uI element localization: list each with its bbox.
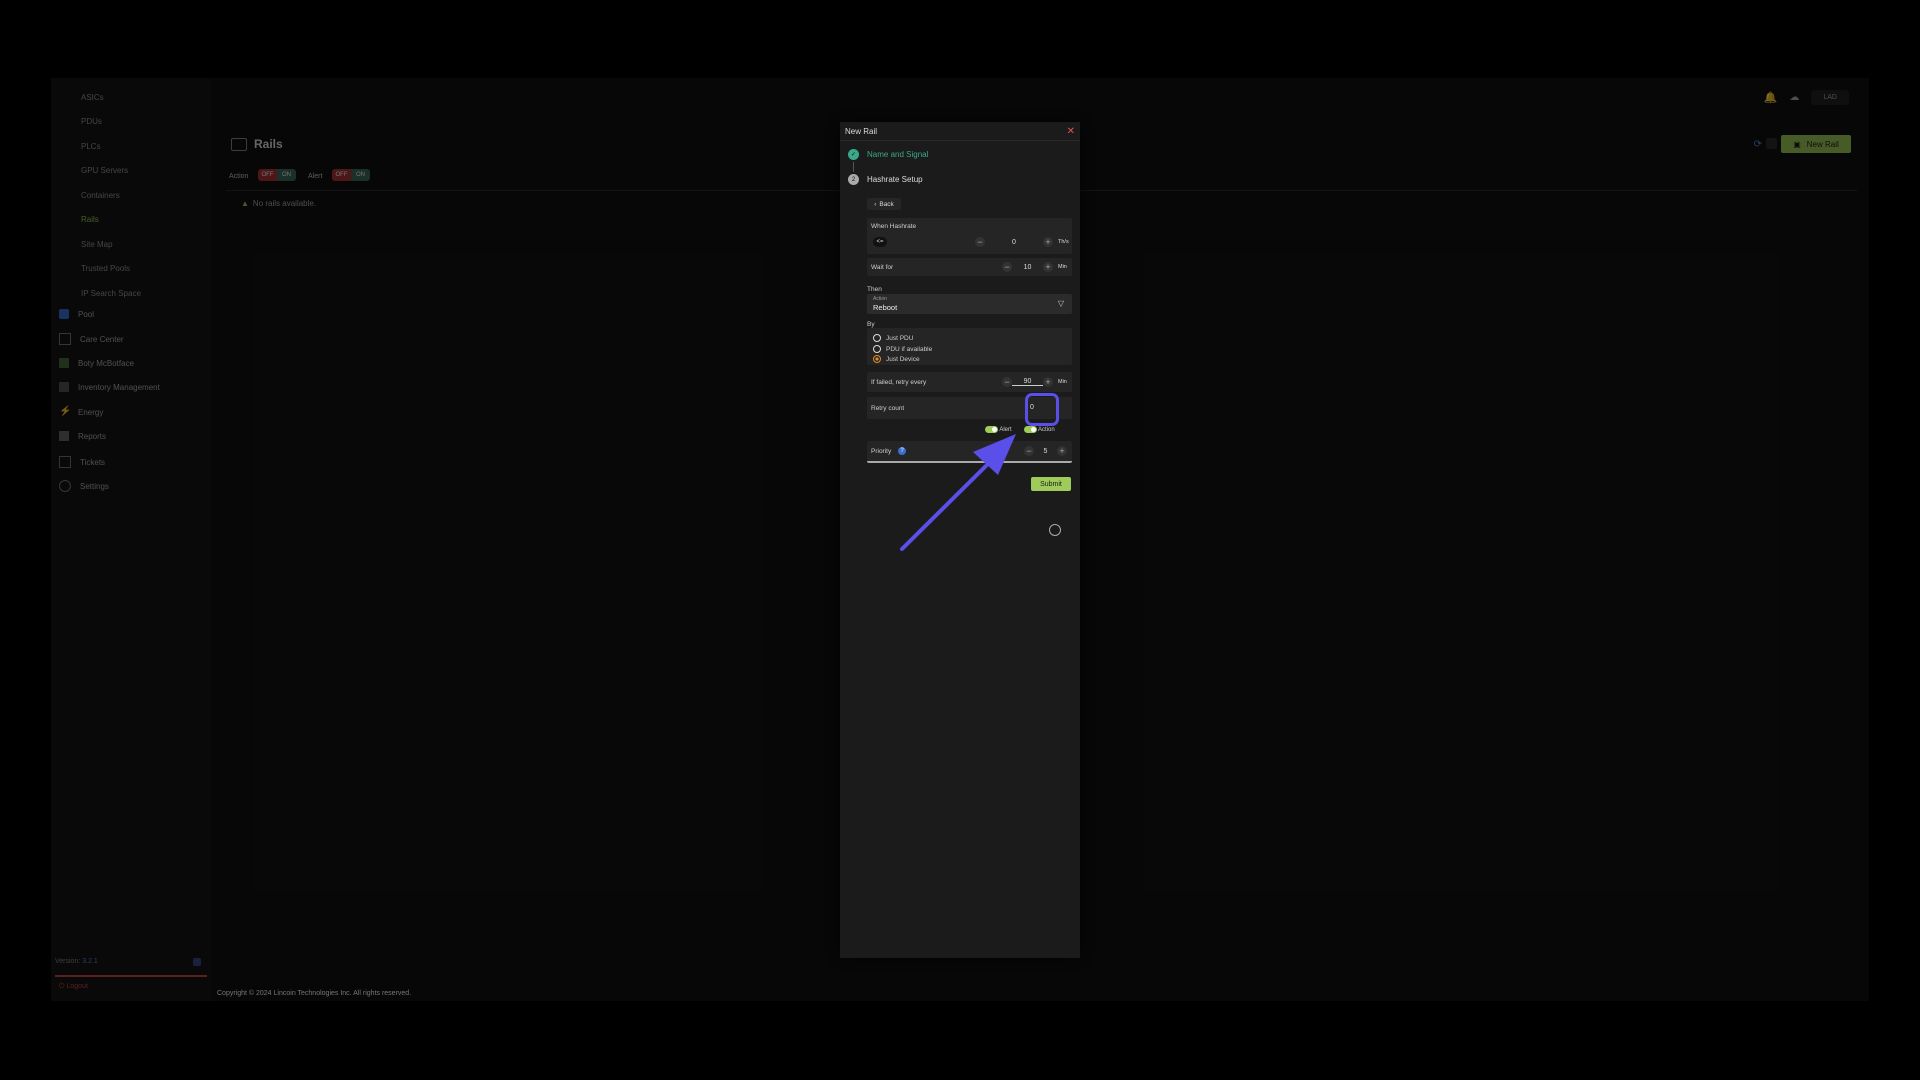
annotation-arrow-icon — [900, 434, 1016, 551]
